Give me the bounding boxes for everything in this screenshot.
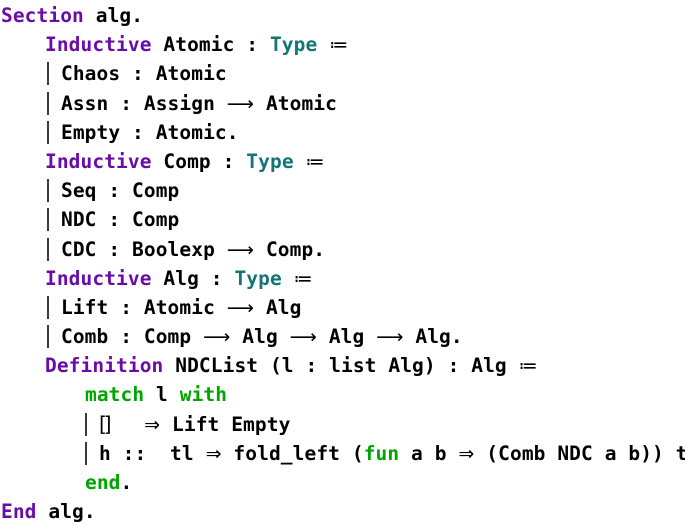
- line-case-cons-token-6: (Comb NDC a b)) tl h: [486, 441, 685, 465]
- line-inductive-atomic-token-0: Inductive: [45, 33, 152, 57]
- line-inductive-comp-token-1: Comp :: [151, 149, 247, 173]
- line-cdc: CDC : Boolexp ⟶ Comp.: [0, 235, 685, 264]
- line-inductive-atomic-token-2: Type: [269, 33, 318, 57]
- line-assn-token-0: Assn : Assign: [61, 91, 227, 115]
- line-case-cons-token-0: h :: tl: [99, 441, 206, 465]
- line-inductive-comp-token-4: ≔: [305, 150, 325, 173]
- case-bar-icon: [85, 439, 99, 468]
- line-inductive-atomic-token-3: [317, 33, 329, 56]
- line-assn: Assn : Assign ⟶ Atomic: [0, 89, 685, 118]
- case-bar-icon: [47, 176, 61, 205]
- case-bar-icon: [47, 59, 61, 88]
- case-bar-icon: [47, 118, 61, 147]
- line-end-match-token-0: end: [85, 471, 121, 494]
- line-comb-token-2: Alg: [230, 325, 290, 349]
- line-comb-token-3: ⟶: [289, 326, 317, 349]
- line-seq: Seq : Comp: [0, 176, 685, 205]
- case-bar-icon: [47, 293, 61, 322]
- line-ndc-token-0: NDC : Comp: [61, 208, 180, 232]
- line-section-token-0: Section: [1, 4, 84, 27]
- line-cdc-token-2: Comp.: [254, 237, 326, 261]
- line-definition-ndclist: Definition NDCList (l : list Alg) : Alg …: [0, 351, 685, 380]
- line-inductive-atomic: Inductive Atomic : Type ≔: [0, 30, 685, 59]
- line-end-section: End alg.: [0, 497, 685, 526]
- line-chaos: Chaos : Atomic: [0, 59, 685, 88]
- line-case-nil-token-2: ⇒: [144, 413, 161, 436]
- line-end-section-token-1: alg.: [36, 500, 96, 524]
- line-comb-token-6: Alg.: [403, 325, 463, 349]
- line-match-token-0: match: [85, 383, 145, 407]
- line-inductive-alg-token-3: [282, 267, 294, 290]
- line-chaos-token-0: Chaos : Atomic: [61, 62, 227, 86]
- line-match: match l with: [0, 380, 685, 409]
- line-case-cons-token-4: a b: [399, 441, 459, 465]
- line-match-token-1: l: [144, 383, 180, 407]
- line-assn-token-2: Atomic: [254, 91, 337, 115]
- line-end-match-token-1: .: [120, 471, 133, 494]
- line-definition-ndclist-token-0: Definition: [45, 354, 164, 378]
- line-inductive-alg-token-1: Alg :: [151, 266, 235, 290]
- line-case-nil-token-3: Lift Empty: [160, 412, 291, 436]
- line-cdc-token-1: ⟶: [226, 238, 255, 261]
- line-cdc-token-0: CDC : Boolexp: [61, 237, 227, 261]
- line-section-token-1: alg.: [83, 4, 144, 27]
- line-case-cons-token-2: fold_left (: [221, 441, 364, 465]
- line-case-nil-token-1: [109, 413, 145, 436]
- line-comb: Comb : Comp ⟶ Alg ⟶ Alg ⟶ Alg.: [0, 322, 685, 351]
- line-empty-token-0: Empty : Atomic.: [61, 120, 239, 144]
- line-lift-token-1: ⟶: [226, 296, 255, 319]
- line-end-section-token-0: End: [1, 500, 37, 524]
- case-bar-icon: [47, 205, 61, 234]
- line-inductive-comp: Inductive Comp : Type ≔: [0, 147, 685, 176]
- line-ndc: NDC : Comp: [0, 205, 685, 234]
- case-bar-icon: [85, 410, 99, 439]
- line-inductive-alg-token-0: Inductive: [45, 266, 152, 290]
- line-empty: Empty : Atomic.: [0, 118, 685, 147]
- line-inductive-comp-token-2: Type: [246, 149, 294, 173]
- case-bar-icon: [47, 322, 61, 351]
- line-inductive-atomic-token-4: ≔: [329, 34, 349, 57]
- line-inductive-alg-token-4: ≔: [293, 267, 313, 290]
- line-match-token-2: with: [179, 383, 228, 407]
- line-inductive-atomic-token-1: Atomic :: [151, 33, 270, 57]
- case-bar-icon: [47, 89, 61, 118]
- case-bar-icon: [47, 235, 61, 264]
- line-section: Section alg.: [0, 0, 685, 30]
- line-inductive-comp-token-3: [294, 150, 306, 173]
- line-case-nil-token-0: []: [99, 411, 111, 436]
- line-lift-token-2: Alg: [254, 295, 302, 319]
- line-comb-token-1: ⟶: [203, 326, 231, 349]
- line-assn-token-1: ⟶: [226, 92, 255, 115]
- line-lift-token-0: Lift : Atomic: [61, 295, 227, 319]
- line-definition-ndclist-token-1: NDCList (l : list Alg) : Alg: [163, 354, 519, 378]
- line-inductive-comp-token-0: Inductive: [45, 149, 152, 173]
- line-definition-ndclist-token-2: ≔: [518, 355, 538, 378]
- code-listing: Section alg. Inductive Atomic : Type ≔ Cha…: [0, 0, 685, 523]
- line-case-cons-token-5: ⇒: [458, 442, 475, 465]
- line-inductive-alg: Inductive Alg : Type ≔: [0, 264, 685, 293]
- line-end-match: end.: [0, 468, 685, 497]
- line-case-nil: [] ⇒ Lift Empty: [0, 410, 685, 439]
- line-case-cons: h :: tl ⇒ fold_left (fun a b ⇒ (Comb NDC…: [0, 439, 685, 468]
- line-case-cons-token-1: ⇒: [205, 442, 222, 465]
- line-comb-token-0: Comb : Comp: [61, 325, 204, 349]
- line-case-cons-token-3: fun: [363, 441, 400, 465]
- line-comb-token-5: ⟶: [376, 326, 404, 349]
- line-lift: Lift : Atomic ⟶ Alg: [0, 293, 685, 322]
- line-comb-token-4: Alg: [316, 325, 377, 349]
- line-seq-token-0: Seq : Comp: [61, 179, 180, 203]
- line-inductive-alg-token-2: Type: [234, 266, 282, 290]
